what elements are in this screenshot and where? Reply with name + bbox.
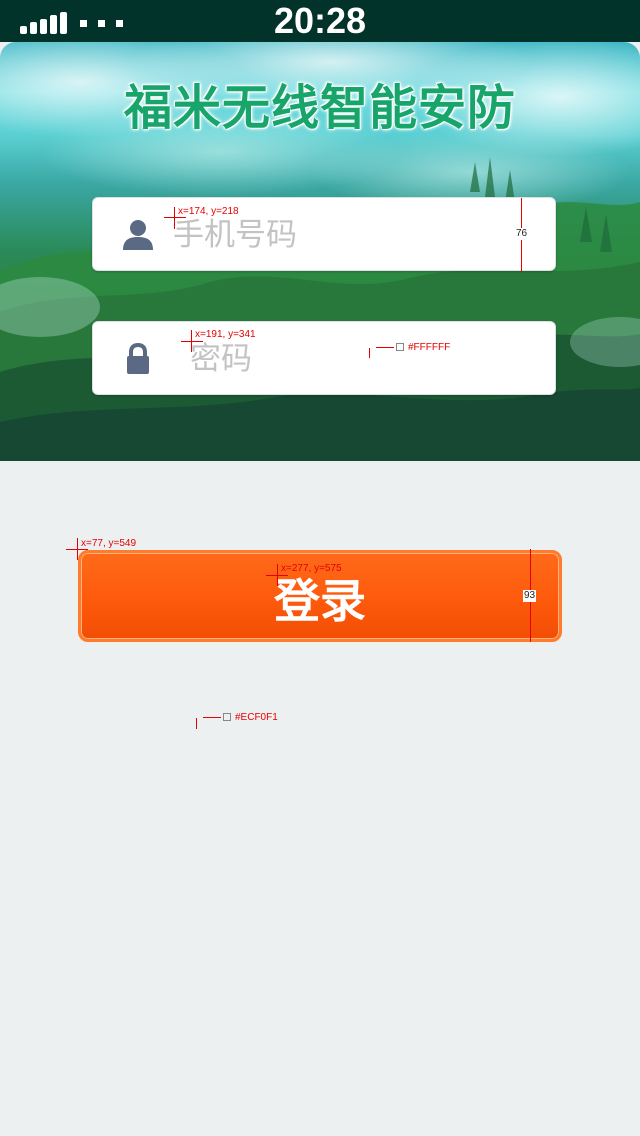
status-bar: 20:28 xyxy=(0,0,640,42)
phone-field[interactable] xyxy=(92,197,556,271)
status-time: 20:28 xyxy=(273,0,367,41)
user-icon xyxy=(123,220,153,250)
password-input[interactable] xyxy=(190,334,530,384)
app-title: 福米无线智能安防 xyxy=(123,80,516,136)
password-field[interactable] xyxy=(92,321,556,395)
lock-icon xyxy=(127,342,149,374)
